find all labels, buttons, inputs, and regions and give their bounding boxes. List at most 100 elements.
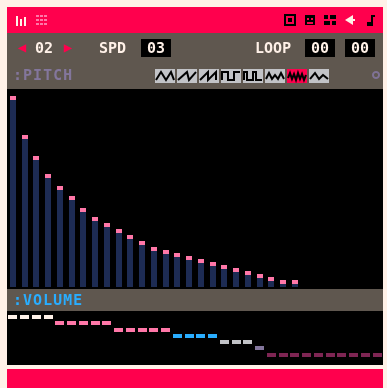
volume-step[interactable]: [138, 328, 147, 332]
volume-step[interactable]: [267, 353, 276, 357]
pitch-bar[interactable]: [92, 221, 98, 287]
waveform-tilted-saw-button[interactable]: [177, 69, 197, 83]
waveform-organ-button[interactable]: [265, 69, 285, 83]
volume-step[interactable]: [208, 334, 217, 338]
sfx-controls: ◀ 02 ▶ SPD 03 LOOP 00 00: [7, 33, 383, 63]
custom-waveform-toggle[interactable]: [372, 71, 380, 79]
pitch-graph[interactable]: [7, 89, 383, 289]
pitch-bar[interactable]: [151, 251, 157, 287]
volume-step[interactable]: [161, 328, 170, 332]
waveform-pulse-button[interactable]: [243, 69, 263, 83]
volume-step[interactable]: [337, 353, 346, 357]
pitch-header: :PITCH: [7, 63, 383, 89]
waveform-selector: [155, 69, 329, 83]
pitch-bar[interactable]: [174, 257, 180, 287]
loop-label: LOOP: [255, 39, 292, 57]
pitch-bar[interactable]: [57, 190, 63, 287]
pitch-bar[interactable]: [292, 284, 298, 287]
pitch-bar[interactable]: [69, 200, 75, 287]
pitch-bar-cap: [233, 268, 239, 272]
volume-step[interactable]: [185, 334, 194, 338]
volume-chart-svg[interactable]: [7, 311, 383, 365]
pitch-bar[interactable]: [198, 263, 204, 287]
pitch-bar-cap: [69, 196, 75, 200]
pitch-bar[interactable]: [210, 266, 216, 287]
pitch-bar[interactable]: [268, 281, 274, 287]
speed-value[interactable]: 03: [141, 39, 171, 57]
pitch-bar-cap: [45, 174, 51, 178]
loop-start-value[interactable]: 00: [305, 39, 335, 57]
map-icon[interactable]: [323, 13, 337, 27]
volume-step[interactable]: [126, 328, 135, 332]
volume-step[interactable]: [67, 321, 76, 325]
pitch-bar-cap: [280, 280, 286, 284]
sprite-icon[interactable]: [303, 13, 317, 27]
sfx-next-arrow[interactable]: ▶: [63, 39, 73, 57]
music-icon[interactable]: [363, 13, 377, 27]
sfx-prev-arrow[interactable]: ◀: [17, 39, 27, 57]
pitch-bar-cap: [257, 274, 263, 278]
volume-step[interactable]: [196, 334, 205, 338]
pitch-bar[interactable]: [163, 254, 169, 287]
volume-step[interactable]: [326, 353, 335, 357]
pitch-bar[interactable]: [116, 233, 122, 287]
pitch-bar[interactable]: [104, 227, 110, 287]
volume-step[interactable]: [55, 321, 64, 325]
waveform-saw-button[interactable]: [199, 69, 219, 83]
volume-step[interactable]: [361, 353, 370, 357]
pitch-bar-cap: [186, 256, 192, 260]
pitch-bar[interactable]: [139, 245, 145, 287]
volume-step[interactable]: [373, 353, 382, 357]
volume-step[interactable]: [173, 334, 182, 338]
left-mode-icons: [15, 12, 49, 28]
sfx-editor-icon[interactable]: [15, 13, 29, 27]
volume-step[interactable]: [279, 353, 288, 357]
volume-step[interactable]: [255, 346, 264, 350]
pitch-bar-cap: [10, 96, 16, 100]
volume-step[interactable]: [20, 315, 29, 319]
pitch-bar[interactable]: [186, 260, 192, 287]
pitch-bar-cap: [57, 186, 63, 190]
pitch-chart-svg[interactable]: [7, 89, 383, 289]
volume-step[interactable]: [91, 321, 100, 325]
sfx-index[interactable]: 02: [35, 39, 53, 57]
waveform-phaser-button[interactable]: [309, 69, 329, 83]
volume-step[interactable]: [102, 321, 111, 325]
volume-step[interactable]: [114, 328, 123, 332]
volume-step[interactable]: [232, 340, 241, 344]
volume-step[interactable]: [314, 353, 323, 357]
pitch-bar[interactable]: [22, 139, 28, 287]
volume-step[interactable]: [44, 315, 53, 319]
volume-step[interactable]: [220, 340, 229, 344]
loop-end-value[interactable]: 00: [345, 39, 375, 57]
waveform-triangle-button[interactable]: [155, 69, 175, 83]
volume-step[interactable]: [32, 315, 41, 319]
volume-step[interactable]: [302, 353, 311, 357]
volume-step[interactable]: [8, 315, 17, 319]
volume-step[interactable]: [290, 353, 299, 357]
volume-step[interactable]: [243, 340, 252, 344]
pitch-bar[interactable]: [280, 284, 286, 287]
pitch-bar[interactable]: [257, 278, 263, 287]
sfx-icon[interactable]: [343, 13, 357, 27]
top-menu-bar: [7, 7, 383, 33]
waveform-noise-button[interactable]: [287, 69, 307, 83]
pitch-bar[interactable]: [45, 178, 51, 287]
volume-graph[interactable]: [7, 311, 383, 365]
pitch-bar[interactable]: [80, 212, 86, 287]
pitch-bar-cap: [174, 253, 180, 257]
volume-step[interactable]: [79, 321, 88, 325]
pitch-bar[interactable]: [245, 275, 251, 287]
pitch-bar[interactable]: [127, 239, 133, 287]
pitch-bar[interactable]: [221, 269, 227, 287]
volume-step[interactable]: [149, 328, 158, 332]
pitch-bar[interactable]: [233, 272, 239, 287]
code-icon[interactable]: [283, 13, 297, 27]
pitch-bar[interactable]: [33, 160, 39, 287]
pitch-bar-cap: [163, 250, 169, 254]
pattern-editor-icon[interactable]: [35, 13, 49, 27]
pitch-bar[interactable]: [10, 100, 16, 287]
right-editor-icons: [283, 12, 377, 28]
waveform-square-button[interactable]: [221, 69, 241, 83]
volume-step[interactable]: [349, 353, 358, 357]
